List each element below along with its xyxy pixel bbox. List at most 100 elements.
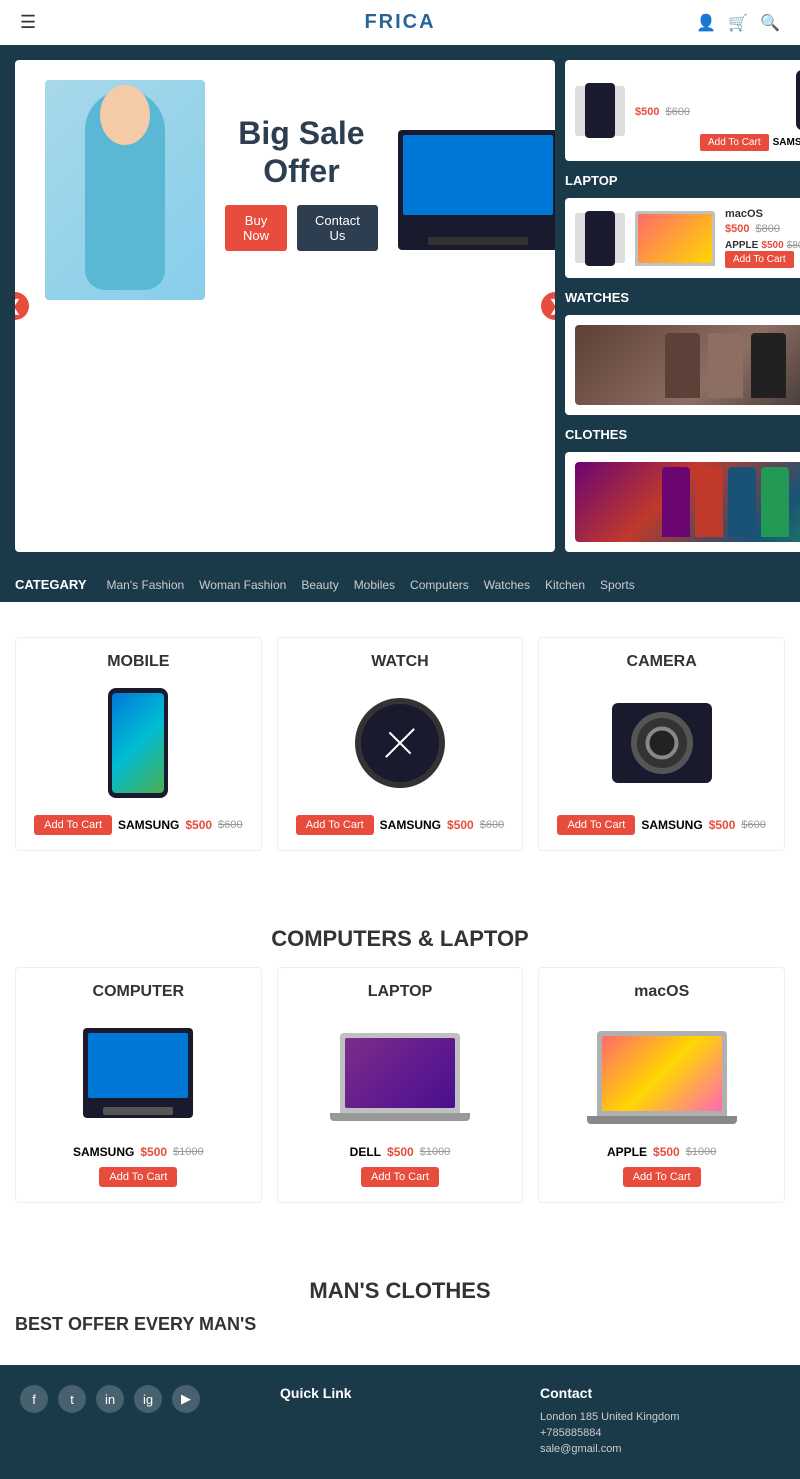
laptop-category-label: LAPTOP: [293, 983, 508, 1001]
coat-1: [662, 467, 690, 537]
contact-us-button[interactable]: Contact Us: [297, 205, 378, 251]
camera-category-label: CAMERA: [554, 653, 769, 671]
user-icon[interactable]: 👤: [696, 13, 716, 33]
nav-sports[interactable]: Sports: [600, 578, 635, 592]
mobile-add-cart[interactable]: Add To Cart: [34, 815, 112, 835]
linkedin-icon[interactable]: in: [96, 1385, 124, 1413]
computer-product-card: COMPUTER SAMSUNG $500 $1000 Add To Cart: [15, 967, 262, 1203]
computer-brand: SAMSUNG: [73, 1145, 134, 1159]
hero-title: Big Sale Offer: [225, 114, 378, 191]
camera-price-orig: $600: [741, 819, 765, 831]
coat-4: [761, 467, 789, 537]
watch-product-bottom: Add To Cart SAMSUNG $500 $600: [293, 815, 508, 835]
twitter-icon[interactable]: t: [58, 1385, 86, 1413]
nav-category-label: CATEGARY: [15, 577, 87, 592]
mobile-price-orig: $600: [665, 106, 689, 118]
right-laptop-price2: $500: [761, 240, 783, 251]
laptop-price-sale: $500: [387, 1145, 414, 1159]
camera-product-bottom: Add To Cart SAMSUNG $500 $600: [554, 815, 769, 835]
right-clothes-card: [565, 315, 800, 415]
computer-product-image: [31, 1013, 246, 1133]
nav-mobiles[interactable]: Mobiles: [354, 578, 395, 592]
macos-price-sale: $500: [653, 1145, 680, 1159]
mans-clothes-title: MAN'S CLOTHES: [15, 1278, 785, 1304]
quick-link-title: Quick Link: [280, 1385, 520, 1401]
footer-quicklink-col: Quick Link: [280, 1385, 520, 1459]
facebook-icon[interactable]: f: [20, 1385, 48, 1413]
macos-shape: [597, 1031, 727, 1116]
watch-product-image: [293, 683, 508, 803]
cart-icon[interactable]: 🛒: [728, 13, 748, 33]
laptop-section-title: LAPTOP: [565, 169, 800, 190]
nav-computers[interactable]: Computers: [410, 578, 469, 592]
coat-2: [695, 467, 723, 537]
mobile-price-sale: $500: [635, 106, 659, 118]
macos-category-label: macOS: [554, 983, 769, 1001]
right-laptop-image: [635, 211, 715, 266]
footer-phone: +785885884: [540, 1427, 780, 1439]
right-laptop-card: macOS $500 $800 APPLE $500 $800 Add To C…: [565, 198, 800, 278]
right-laptop-add-cart[interactable]: Add To Cart: [725, 251, 794, 268]
hero-content: Big Sale Offer Buy Now Contact Us: [15, 60, 555, 320]
mobile-product-bottom: Add To Cart SAMSUNG $500 $600: [31, 815, 246, 835]
hero-woman-image: [45, 80, 205, 300]
header: ☰ FRICA 👤 🛒 🔍: [0, 0, 800, 45]
footer-email: sale@gmail.com: [540, 1443, 780, 1455]
mobile-shape: [108, 688, 168, 798]
clothes-item-2: [708, 333, 743, 398]
camera-price-sale: $500: [709, 818, 736, 832]
macos-add-cart[interactable]: Add To Cart: [623, 1167, 701, 1187]
nav-woman-fashion[interactable]: Woman Fashion: [199, 578, 286, 592]
right-laptop-info: macOS $500 $800 APPLE $500 $800 Add To C…: [725, 208, 800, 268]
right-phone-image: [575, 86, 625, 136]
mobile-product-image: [31, 683, 246, 803]
right-panel: $500 $600 Add To Cart SAMSUNG $500 $600 …: [565, 60, 800, 552]
computer-price-sale: $500: [140, 1145, 167, 1159]
site-logo[interactable]: FRICA: [364, 11, 435, 34]
clothes-section-title: CLOTHES: [565, 423, 800, 444]
buy-now-button[interactable]: Buy Now: [225, 205, 287, 251]
clothes-item-1: [665, 333, 700, 398]
hero-text: Big Sale Offer Buy Now Contact Us: [205, 114, 398, 267]
watch-brand: SAMSUNG: [380, 818, 441, 832]
nav-bar: CATEGARY Man's Fashion Woman Fashion Bea…: [0, 567, 800, 602]
camera-product-card: CAMERA Add To Cart SAMSUNG $500 $600: [538, 637, 785, 851]
hero-computer-image: [398, 130, 555, 250]
youtube-icon[interactable]: ▶: [172, 1385, 200, 1413]
nav-items: Man's Fashion Woman Fashion Beauty Mobil…: [107, 578, 635, 592]
nav-kitchen[interactable]: Kitchen: [545, 578, 585, 592]
right-camera-image: [796, 70, 800, 130]
right-laptop-price-orig2: $800: [787, 240, 800, 251]
laptop-product-card: LAPTOP DELL $500 $1000 Add To Cart: [277, 967, 524, 1203]
computer-price-orig: $1000: [173, 1146, 204, 1158]
camera-add-cart[interactable]: Add To Cart: [557, 815, 635, 835]
mobile-product-card: MOBILE Add To Cart SAMSUNG $500 $600: [15, 637, 262, 851]
camera-brand: SAMSUNG: [641, 818, 702, 832]
search-icon[interactable]: 🔍: [760, 13, 780, 33]
computers-section: COMPUTERS & LAPTOP COMPUTER SAMSUNG $500…: [0, 886, 800, 1238]
computer-category-label: COMPUTER: [31, 983, 246, 1001]
camera-product-image: [554, 683, 769, 803]
footer: f t in ig ▶ Quick Link Contact London 18…: [0, 1365, 800, 1479]
instagram-icon[interactable]: ig: [134, 1385, 162, 1413]
hero-buttons: Buy Now Contact Us: [225, 205, 378, 251]
laptop-add-cart[interactable]: Add To Cart: [361, 1167, 439, 1187]
main-content: MOBILE Add To Cart SAMSUNG $500 $600 WAT…: [0, 602, 800, 1365]
hamburger-icon[interactable]: ☰: [20, 12, 36, 33]
right-camera-add-cart[interactable]: Add To Cart: [700, 134, 769, 151]
camera-shape: [612, 703, 712, 783]
right-mobile-card: $500 $600 Add To Cart SAMSUNG $500 $600: [565, 60, 800, 161]
social-icons: f t in ig ▶: [20, 1385, 260, 1413]
contact-title: Contact: [540, 1385, 780, 1401]
laptop-shape: [340, 1033, 460, 1113]
nav-watches[interactable]: Watches: [484, 578, 530, 592]
watch-add-cart[interactable]: Add To Cart: [296, 815, 374, 835]
right-laptop-brand: macOS: [725, 208, 800, 220]
macos-price-orig: $1000: [686, 1146, 717, 1158]
nav-mans-fashion[interactable]: Man's Fashion: [107, 578, 185, 592]
header-icons: 👤 🛒 🔍: [696, 13, 780, 33]
nav-beauty[interactable]: Beauty: [301, 578, 338, 592]
computer-add-cart[interactable]: Add To Cart: [99, 1167, 177, 1187]
computers-section-title: COMPUTERS & LAPTOP: [15, 926, 785, 952]
right-laptop-price-orig: $800: [755, 223, 779, 235]
